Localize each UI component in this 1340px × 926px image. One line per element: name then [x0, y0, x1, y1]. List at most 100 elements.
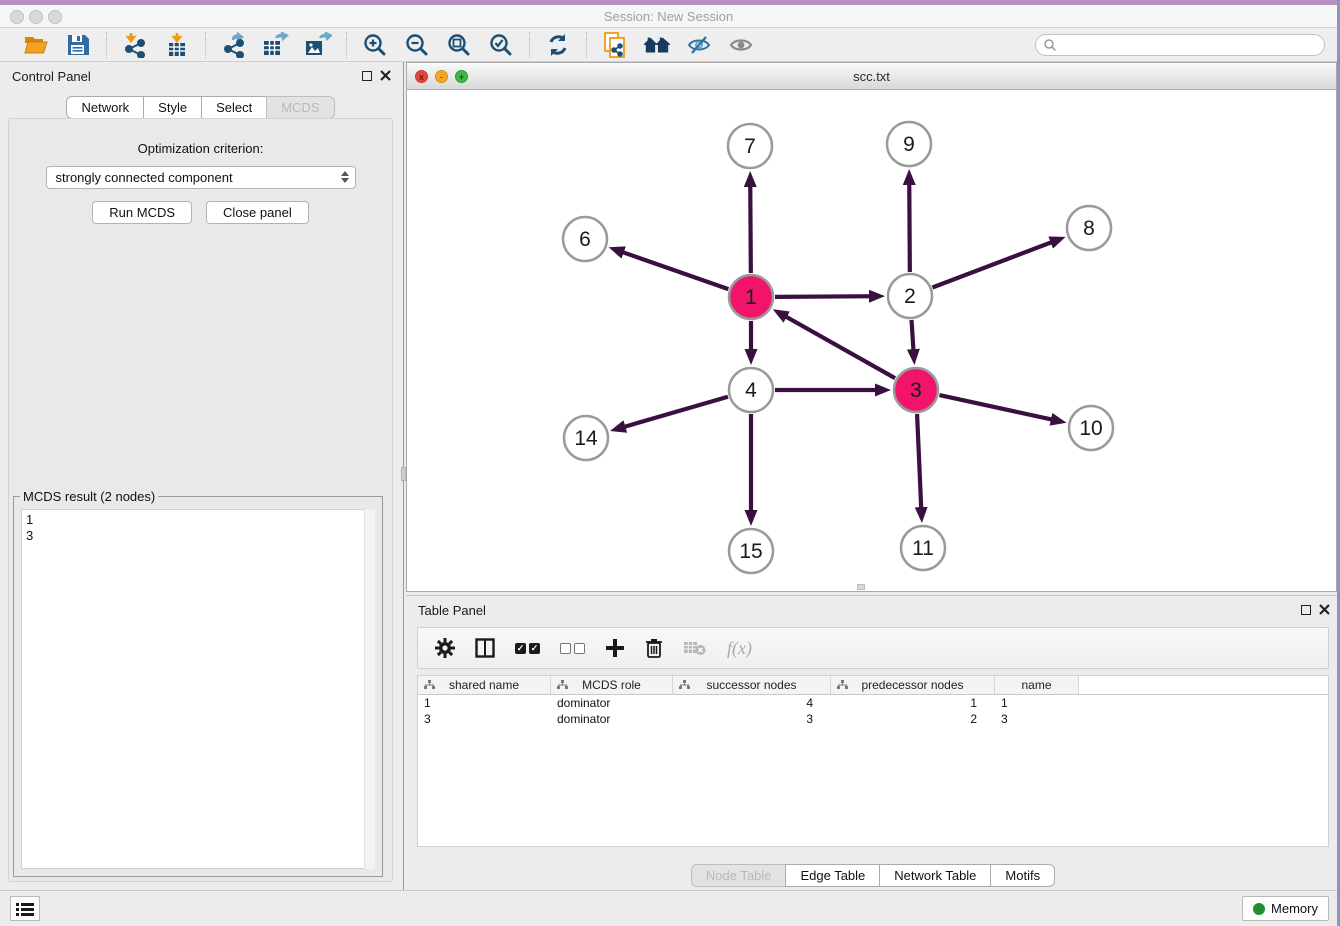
graph-edge-1-6[interactable]: [614, 249, 728, 289]
select-all-icon[interactable]: ✓✓: [515, 636, 540, 660]
graph-edge-2-9[interactable]: [909, 175, 910, 272]
svg-text:1: 1: [745, 286, 757, 309]
table-toolbar: ✓✓ f(x): [417, 627, 1329, 669]
mcds-result-list[interactable]: 1 3: [21, 509, 375, 869]
run-mcds-button[interactable]: Run MCDS: [92, 201, 192, 224]
criterion-select[interactable]: strongly connected component: [46, 166, 356, 189]
graph-node-15[interactable]: 15: [729, 529, 773, 573]
graph-node-3[interactable]: 3: [894, 368, 938, 412]
table-cell: 1: [831, 695, 995, 711]
graph-node-1[interactable]: 1: [729, 275, 773, 319]
table-panel: Table Panel ✓✓: [406, 595, 1340, 890]
network-canvas[interactable]: 7 9 6 8 1 2 4 3 14 10 15 11: [407, 90, 1336, 591]
graph-edge-1-7[interactable]: [750, 177, 751, 273]
add-icon[interactable]: [605, 636, 625, 660]
zoom-fit-icon[interactable]: [445, 31, 473, 59]
tab-mcds[interactable]: MCDS: [266, 96, 334, 119]
delete-icon[interactable]: [645, 636, 663, 660]
export-table-icon[interactable]: [262, 31, 290, 59]
tab-select[interactable]: Select: [201, 96, 267, 119]
close-panel-button[interactable]: Close panel: [206, 201, 309, 224]
zoom-out-icon[interactable]: [403, 31, 431, 59]
criterion-label: Optimization criterion:: [9, 141, 392, 156]
tab-node-table[interactable]: Node Table: [691, 864, 787, 887]
zoom-selected-icon[interactable]: [487, 31, 515, 59]
import-table-icon[interactable]: [163, 31, 191, 59]
close-table-panel-icon[interactable]: [1319, 604, 1330, 615]
float-table-panel-icon[interactable]: [1301, 605, 1311, 615]
memory-status-icon: [1253, 903, 1265, 915]
save-icon[interactable]: [64, 31, 92, 59]
table-cell: 3: [995, 711, 1079, 727]
result-scrollbar[interactable]: [364, 509, 375, 869]
svg-text:8: 8: [1083, 217, 1095, 240]
svg-text:7: 7: [744, 135, 756, 158]
app-window: Session: New Session: [0, 0, 1340, 926]
graph-node-8[interactable]: 8: [1067, 206, 1111, 250]
graph-node-7[interactable]: 7: [728, 124, 772, 168]
graph-node-9[interactable]: 9: [887, 122, 931, 166]
show-panels-button[interactable]: [10, 896, 40, 921]
columns-icon[interactable]: [475, 636, 495, 660]
select-stepper-icon: [341, 171, 349, 183]
deselect-all-icon[interactable]: [560, 636, 585, 660]
export-network-icon[interactable]: [220, 31, 248, 59]
column-header-predecessor-nodes[interactable]: predecessor nodes: [831, 676, 995, 694]
network-clone-icon[interactable]: [601, 31, 629, 59]
svg-text:4: 4: [745, 379, 757, 402]
graph-node-14[interactable]: 14: [564, 416, 608, 460]
svg-text:11: 11: [912, 537, 934, 560]
network-titlebar[interactable]: x - + scc.txt: [407, 63, 1336, 90]
graph-edge-4-14[interactable]: [616, 397, 728, 430]
gear-icon[interactable]: [435, 636, 455, 660]
open-folder-icon[interactable]: [22, 31, 50, 59]
graph-edge-3-1[interactable]: [778, 312, 895, 378]
table-header-row: shared nameMCDS rolesuccessor nodesprede…: [418, 676, 1328, 695]
column-header-name[interactable]: name: [995, 676, 1079, 694]
graph-edge-2-8[interactable]: [932, 239, 1060, 287]
graph-edge-3-11[interactable]: [917, 414, 922, 517]
mcds-panel: Optimization criterion: strongly connect…: [8, 118, 393, 882]
network-graph[interactable]: 7 9 6 8 1 2 4 3 14 10 15 11: [407, 90, 1336, 591]
graph-edge-2-3[interactable]: [912, 320, 914, 359]
table-cell: 1: [995, 695, 1079, 711]
graph-node-11[interactable]: 11: [901, 526, 945, 570]
close-panel-icon[interactable]: [380, 70, 391, 81]
canvas-resize-handle[interactable]: [857, 584, 865, 590]
graph-edge-3-10[interactable]: [939, 395, 1060, 421]
memory-button[interactable]: Memory: [1242, 896, 1329, 921]
hide-icon[interactable]: [685, 31, 713, 59]
zoom-in-icon[interactable]: [361, 31, 389, 59]
import-network-icon[interactable]: [121, 31, 149, 59]
refresh-icon[interactable]: [544, 31, 572, 59]
svg-text:9: 9: [903, 133, 915, 156]
tab-style[interactable]: Style: [143, 96, 202, 119]
svg-text:6: 6: [579, 228, 591, 251]
graph-node-4[interactable]: 4: [729, 368, 773, 412]
home-icon[interactable]: [643, 31, 671, 59]
table-row[interactable]: 1dominator411: [418, 695, 1328, 711]
show-icon[interactable]: [727, 31, 755, 59]
tab-network-table[interactable]: Network Table: [879, 864, 991, 887]
control-panel-tabs: NetworkStyleSelectMCDS: [0, 96, 401, 119]
delete-table-icon[interactable]: [683, 636, 707, 660]
mcds-result-title: MCDS result (2 nodes): [20, 489, 158, 504]
export-image-icon[interactable]: [304, 31, 332, 59]
graph-node-10[interactable]: 10: [1069, 406, 1113, 450]
column-header-MCDS-role[interactable]: MCDS role: [551, 676, 673, 694]
tab-network[interactable]: Network: [66, 96, 144, 119]
table-row[interactable]: 3dominator323: [418, 711, 1328, 727]
tab-motifs[interactable]: Motifs: [990, 864, 1055, 887]
graph-edge-1-2[interactable]: [775, 296, 879, 297]
tab-edge-table[interactable]: Edge Table: [785, 864, 880, 887]
search-area: [1035, 34, 1325, 56]
graph-node-6[interactable]: 6: [563, 217, 607, 261]
graph-node-2[interactable]: 2: [888, 274, 932, 318]
svg-text:3: 3: [910, 379, 922, 402]
column-header-successor-nodes[interactable]: successor nodes: [673, 676, 831, 694]
column-header-shared-name[interactable]: shared name: [418, 676, 551, 694]
function-icon[interactable]: f(x): [727, 636, 752, 660]
float-panel-icon[interactable]: [362, 71, 372, 81]
search-input[interactable]: [1057, 37, 1307, 53]
search-field[interactable]: [1035, 34, 1325, 56]
